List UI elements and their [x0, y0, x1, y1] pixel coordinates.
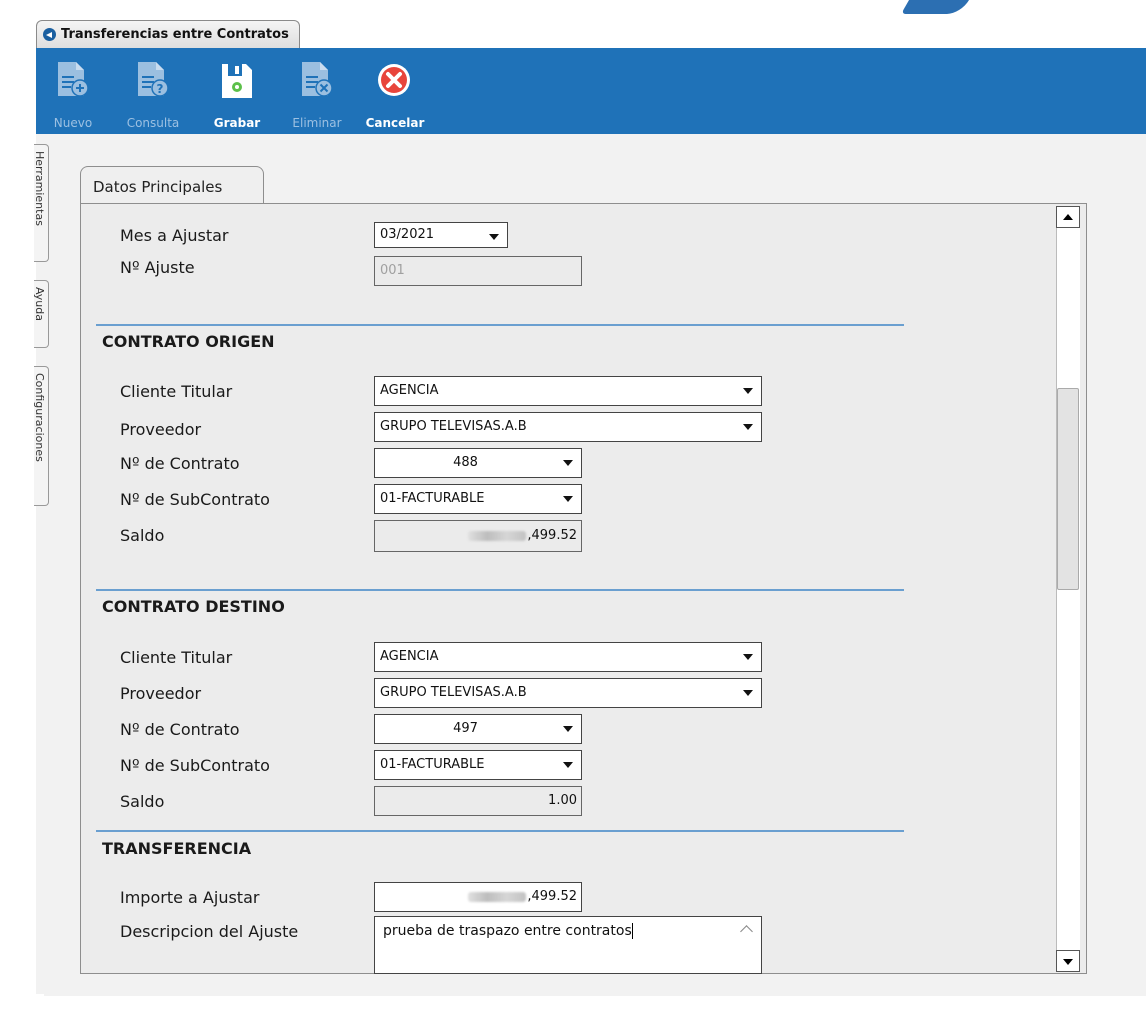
origen-proveedor-value: GRUPO TELEVISAS.A.B [380, 419, 527, 434]
origen-contrato-select[interactable]: 488 [374, 448, 582, 478]
origen-saldo-label: Saldo [120, 526, 165, 545]
save-disk-icon [222, 64, 252, 98]
scroll-up-button[interactable] [1056, 206, 1080, 228]
grabar-button[interactable]: Grabar [204, 54, 270, 134]
chevron-up-icon [740, 925, 753, 938]
cancel-icon [378, 64, 410, 96]
destino-contrato-value: 497 [453, 721, 478, 736]
destino-contrato-select[interactable]: 497 [374, 714, 582, 744]
window-tab-label: Transferencias entre Contratos [61, 27, 289, 42]
destino-saldo-value: 1.00 [548, 793, 577, 808]
delete-document-icon [302, 62, 333, 97]
arrow-up-icon [1063, 214, 1073, 220]
importe-field[interactable]: ,499.52 [374, 882, 582, 912]
origen-cliente-select[interactable]: AGENCIA [374, 376, 762, 406]
nuevo-label: Nuevo [53, 116, 93, 130]
ajuste-value: 001 [380, 263, 405, 278]
origen-contrato-label: Nº de Contrato [120, 454, 240, 473]
descripcion-textarea[interactable]: prueba de traspazo entre contratos [374, 916, 762, 974]
chevron-down-icon [563, 726, 573, 732]
side-tab-herramientas[interactable]: Herramientas [33, 144, 49, 262]
section-title-transferencia: TRANSFERENCIA [102, 839, 252, 858]
chevron-down-icon [743, 690, 753, 696]
toolbar [36, 48, 1146, 134]
destino-cliente-value: AGENCIA [380, 649, 439, 664]
svg-text:?: ? [157, 82, 164, 96]
origen-subcontrato-label: Nº de SubContrato [120, 490, 270, 509]
grabar-label: Grabar [213, 116, 261, 130]
arrow-down-icon [1063, 959, 1073, 965]
side-tab-configuraciones[interactable]: Configuraciones [33, 366, 49, 506]
chevron-down-icon [489, 234, 499, 240]
origen-cliente-value: AGENCIA [380, 383, 439, 398]
mes-value: 03/2021 [380, 227, 435, 242]
redacted-mark [468, 530, 527, 541]
importe-label: Importe a Ajustar [120, 888, 260, 907]
eliminar-label: Eliminar [292, 116, 342, 130]
destino-proveedor-value: GRUPO TELEVISAS.A.B [380, 685, 527, 700]
origen-subcontrato-select[interactable]: 01-FACTURABLE [374, 484, 582, 514]
tab-datos-principales[interactable]: Datos Principales [80, 166, 264, 204]
query-document-icon: ? [138, 62, 169, 97]
origen-proveedor-select[interactable]: GRUPO TELEVISAS.A.B [374, 412, 762, 442]
destino-cliente-select[interactable]: AGENCIA [374, 642, 762, 672]
side-tab-label: Configuraciones [33, 373, 46, 462]
origen-saldo-value: ,499.52 [527, 528, 577, 543]
ajuste-label: Nº Ajuste [120, 258, 195, 277]
side-strip [36, 134, 44, 994]
section-divider [96, 324, 904, 326]
redacted-mark [468, 891, 527, 902]
chevron-down-icon [563, 762, 573, 768]
destino-saldo-field[interactable]: 1.00 [374, 786, 582, 816]
section-divider [96, 589, 904, 591]
destino-contrato-label: Nº de Contrato [120, 720, 240, 739]
importe-value: ,499.52 [527, 889, 577, 904]
chevron-down-icon [743, 388, 753, 394]
destino-proveedor-label: Proveedor [120, 684, 202, 703]
side-tab-label: Herramientas [33, 151, 46, 226]
scroll-down-button[interactable] [1056, 950, 1080, 972]
mes-label: Mes a Ajustar [120, 226, 229, 245]
window-tab-icon [43, 28, 56, 41]
destino-subcontrato-label: Nº de SubContrato [120, 756, 270, 775]
origen-proveedor-label: Proveedor [120, 420, 202, 439]
origen-subcontrato-value: 01-FACTURABLE [380, 491, 485, 506]
text-cursor [631, 923, 633, 939]
consulta-label: Consulta [126, 116, 180, 130]
section-title-destino: CONTRATO DESTINO [102, 597, 285, 616]
descripcion-value: prueba de traspazo entre contratos [383, 923, 632, 939]
consulta-button[interactable]: ? Consulta [120, 54, 186, 134]
tab-label: Datos Principales [93, 178, 223, 196]
chevron-down-icon [563, 496, 573, 502]
side-tab-ayuda[interactable]: Ayuda [33, 280, 49, 348]
destino-proveedor-select[interactable]: GRUPO TELEVISAS.A.B [374, 678, 762, 708]
eliminar-button[interactable]: Eliminar [284, 54, 350, 134]
new-document-icon [58, 62, 89, 97]
destino-subcontrato-select[interactable]: 01-FACTURABLE [374, 750, 582, 780]
destino-subcontrato-value: 01-FACTURABLE [380, 757, 485, 772]
chevron-down-icon [563, 460, 573, 466]
section-title-origen: CONTRATO ORIGEN [102, 332, 275, 351]
header-decoration [900, 0, 970, 14]
destino-cliente-label: Cliente Titular [120, 648, 233, 667]
destino-saldo-label: Saldo [120, 792, 165, 811]
chevron-down-icon [743, 654, 753, 660]
mes-select[interactable]: 03/2021 [374, 222, 508, 248]
window-tab[interactable]: Transferencias entre Contratos [36, 20, 300, 49]
cancelar-label: Cancelar [365, 116, 425, 130]
descripcion-label: Descripcion del Ajuste [120, 922, 299, 941]
side-tab-label: Ayuda [33, 287, 46, 321]
cancelar-button[interactable]: Cancelar [362, 54, 428, 134]
section-divider [96, 830, 904, 832]
scrollbar-thumb[interactable] [1057, 388, 1079, 590]
chevron-down-icon [743, 424, 753, 430]
origen-saldo-field[interactable]: ,499.52 [374, 520, 582, 552]
nuevo-button[interactable]: Nuevo [40, 54, 106, 134]
origen-contrato-value: 488 [453, 455, 478, 470]
ajuste-field[interactable]: 001 [374, 256, 582, 286]
origen-cliente-label: Cliente Titular [120, 382, 233, 401]
